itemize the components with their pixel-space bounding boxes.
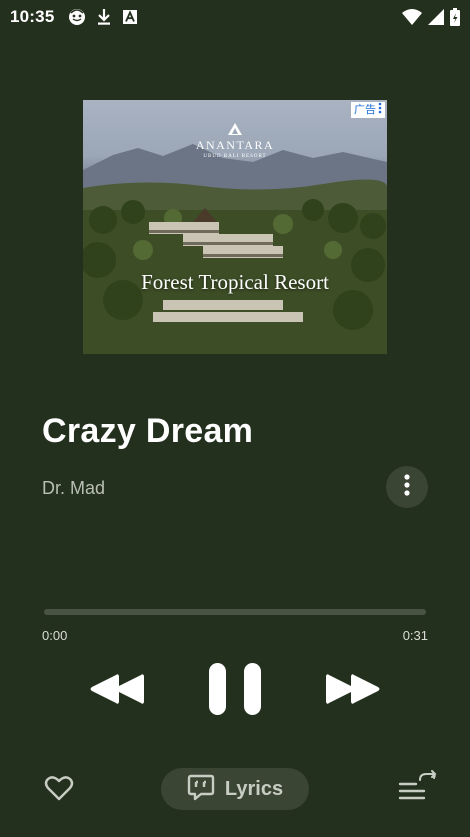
seek-bar[interactable]	[44, 609, 426, 615]
status-system-icons	[402, 8, 460, 26]
pause-button[interactable]	[205, 662, 265, 720]
pause-icon	[207, 661, 263, 722]
total-duration: 0:31	[402, 628, 428, 643]
status-notification-icons	[68, 8, 138, 26]
bottom-bar: Lyrics	[0, 760, 470, 820]
face-icon	[68, 8, 86, 26]
ad-banner[interactable]: ANANTARA UBUD BALI RESORT Forest Tropica…	[83, 100, 387, 354]
heart-icon	[44, 776, 74, 806]
more-vertical-icon	[404, 473, 410, 501]
song-title: Crazy Dream	[42, 412, 254, 450]
ad-brand: ANANTARA	[195, 138, 275, 152]
wifi-icon	[402, 9, 422, 25]
rewind-icon	[86, 669, 146, 714]
elapsed-time: 0:00	[42, 628, 68, 643]
lyrics-label: Lyrics	[224, 777, 284, 800]
lyrics-bubble-icon	[187, 773, 215, 806]
ad-badge-label: 广告	[354, 104, 376, 116]
ad-brand-sub: UBUD BALI RESORT	[203, 154, 267, 159]
queue-button[interactable]	[394, 768, 438, 808]
artist-name[interactable]: Dr. Mad	[42, 478, 105, 499]
fast-forward-icon	[324, 669, 384, 714]
a-box-icon	[122, 9, 138, 25]
battery-icon	[450, 8, 460, 26]
ad-badge[interactable]: 广告	[351, 102, 385, 118]
ad-headline: Forest Tropical Resort	[141, 270, 329, 294]
favorite-button[interactable]	[44, 774, 80, 806]
queue-icon	[394, 770, 438, 812]
download-icon	[96, 8, 112, 26]
status-time: 10:35	[10, 7, 55, 26]
fast-forward-button[interactable]	[324, 668, 384, 714]
signal-icon	[428, 9, 444, 25]
ad-menu-icon	[378, 102, 382, 119]
lyrics-button[interactable]: Lyrics	[161, 768, 309, 810]
rewind-button[interactable]	[86, 668, 146, 714]
status-bar: 10:35	[0, 0, 470, 34]
more-options-button[interactable]	[386, 466, 428, 508]
